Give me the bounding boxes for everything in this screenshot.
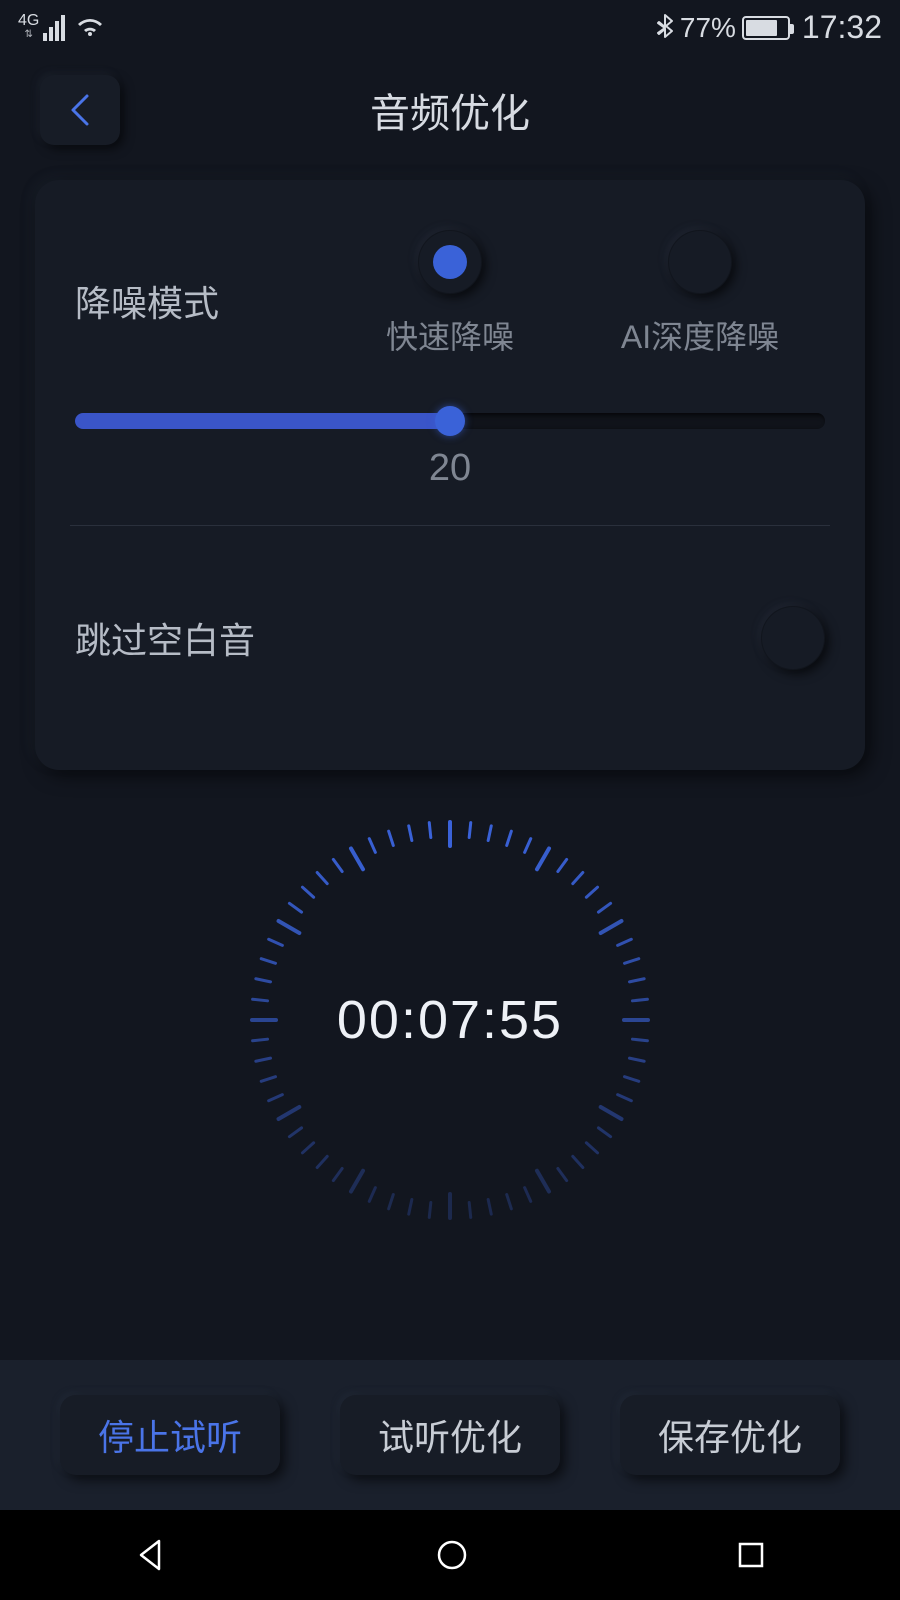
back-button[interactable]: [40, 75, 120, 145]
slider-fill: [75, 413, 450, 429]
wifi-icon: [75, 16, 105, 40]
radio-fast-noise: 快速降噪: [325, 230, 575, 358]
network-indicator: 4G ⇅: [18, 14, 65, 42]
noise-mode-label: 降噪模式: [75, 275, 325, 327]
bluetooth-icon: [656, 14, 674, 42]
nav-back-button[interactable]: [133, 1537, 169, 1573]
save-optimize-button[interactable]: 保存优化: [620, 1395, 840, 1475]
slider-thumb[interactable]: [435, 406, 465, 436]
network-label: 4G: [18, 14, 39, 28]
skip-silence-label: 跳过空白音: [75, 612, 255, 664]
radio-ai-noise-button[interactable]: [668, 230, 732, 294]
bottom-action-bar: 停止试听 试听优化 保存优化: [0, 1360, 900, 1510]
stop-preview-label: 停止试听: [98, 1409, 242, 1461]
clock: 17:32: [802, 9, 882, 46]
chevron-left-icon: [65, 92, 95, 128]
header: 音频优化: [0, 55, 900, 165]
status-right: 77% 17:32: [656, 9, 882, 46]
skip-silence-row: 跳过空白音: [75, 606, 825, 670]
stop-preview-button[interactable]: 停止试听: [60, 1395, 280, 1475]
slider-track[interactable]: [75, 413, 825, 429]
noise-mode-row: 降噪模式 快速降噪 AI深度降噪: [75, 230, 825, 358]
timer-dial-wrap: 00:07:55: [0, 820, 900, 1220]
nav-recent-button[interactable]: [735, 1539, 767, 1571]
battery-icon: [742, 16, 790, 40]
nav-home-button[interactable]: [434, 1537, 470, 1573]
timer-value: 00:07:55: [337, 989, 563, 1051]
preview-optimize-label: 试听优化: [378, 1409, 522, 1461]
radio-fast-noise-label: 快速降噪: [386, 312, 514, 358]
signal-bars-icon: [43, 15, 65, 41]
save-optimize-label: 保存优化: [658, 1409, 802, 1461]
radio-fast-noise-button[interactable]: [418, 230, 482, 294]
radio-ai-noise: AI深度降噪: [575, 230, 825, 358]
page-title: 音频优化: [0, 81, 900, 139]
timer-dial: 00:07:55: [250, 820, 650, 1220]
noise-level-slider: 20: [75, 413, 825, 490]
system-nav-bar: [0, 1510, 900, 1600]
battery-percentage: 77%: [680, 12, 736, 44]
skip-silence-toggle[interactable]: [761, 606, 825, 670]
divider: [70, 525, 830, 526]
status-left: 4G ⇅: [18, 14, 105, 42]
slider-value: 20: [75, 447, 825, 490]
status-bar: 4G ⇅ 77% 17:32: [0, 0, 900, 55]
preview-optimize-button[interactable]: 试听优化: [340, 1395, 560, 1475]
radio-ai-noise-label: AI深度降噪: [621, 312, 779, 358]
settings-card: 降噪模式 快速降噪 AI深度降噪 20 跳过空白音: [35, 180, 865, 770]
